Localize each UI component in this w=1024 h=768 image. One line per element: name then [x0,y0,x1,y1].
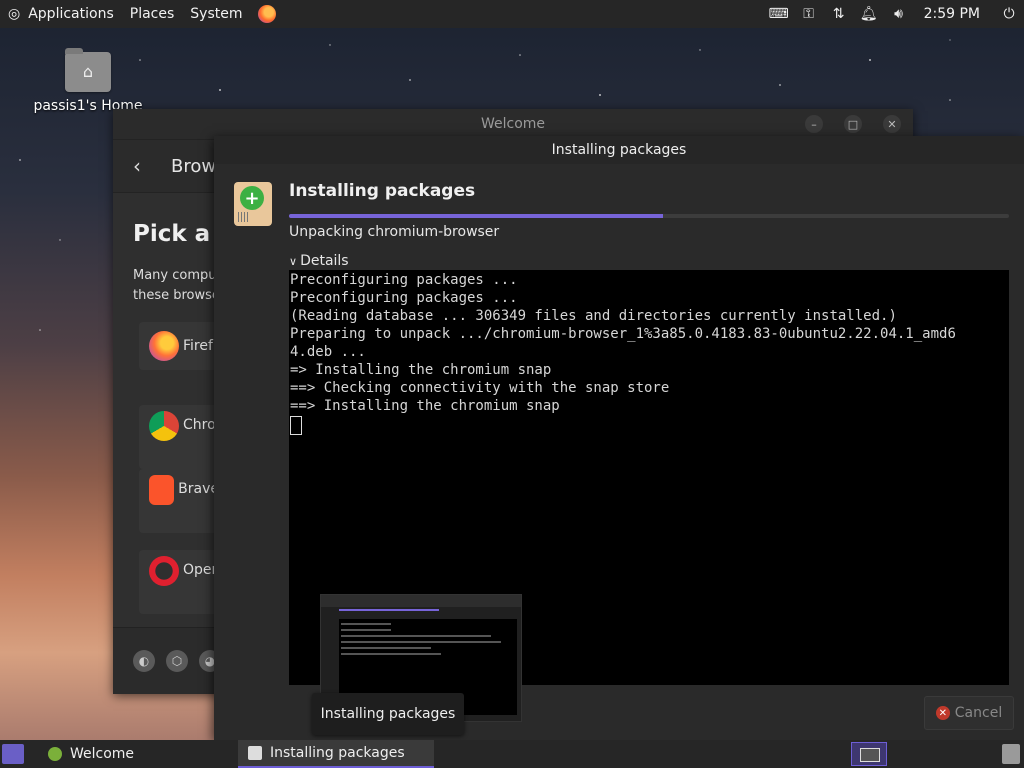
cancel-label: Cancel [954,705,1003,721]
top-panel: ◎ Applications Places System ⌨ ⚿ ⇅ 🔔︎ 🔊︎… [0,0,1024,28]
applications-menu-label: Applications [28,6,114,22]
close-button[interactable]: ✕ [883,115,901,133]
system-menu[interactable]: System [182,0,250,28]
power-icon[interactable]: ⏻ [994,0,1024,28]
thumbnail-progress [339,609,439,611]
details-label: Details [300,253,349,269]
taskbar-item-label: Welcome [70,746,135,762]
show-desktop-button[interactable] [2,744,24,764]
install-progress-bar [289,214,1009,218]
terminal-line: 4.deb ... [290,344,366,360]
maximize-button[interactable]: □ [844,115,862,133]
clock[interactable]: 2:59 PM [914,6,994,22]
workspace-switcher[interactable] [851,742,887,766]
chevron-down-icon: ∨ [289,254,298,268]
terminal-line: ==> Checking connectivity with the snap … [290,380,670,396]
browser-card-brave[interactable]: Brave [139,469,219,533]
install-title: Installing packages [551,142,687,158]
page-title: Brow [171,155,217,177]
install-titlebar[interactable]: Installing packages [214,136,1024,164]
discourse-icon[interactable]: ◐ [133,650,155,672]
browser-card-firefox[interactable]: Firef [139,322,219,370]
places-menu[interactable]: Places [122,0,183,28]
keyboard-icon[interactable]: ⌨ [764,0,794,28]
firefox-launcher[interactable] [250,0,284,28]
applications-menu[interactable]: ◎ Applications [0,0,122,28]
welcome-titlebar[interactable]: Welcome – □ ✕ [113,109,913,139]
browser-name: Oper [183,562,218,578]
opera-icon [149,556,179,586]
welcome-app-icon [48,747,62,761]
bottom-panel: Welcome Installing packages [0,740,1024,768]
back-button[interactable]: ‹ [133,154,153,178]
browser-card-chromium[interactable]: Chro [139,405,219,469]
welcome-title: Welcome [480,116,546,132]
browser-name: Brave [178,481,219,497]
terminal-line: => Installing the chromium snap [290,362,552,378]
taskbar-tooltip: Installing packages [312,693,464,735]
brave-icon [149,475,175,505]
network-icon[interactable]: ⇅ [824,0,854,28]
firefox-icon [149,331,179,361]
ubuntu-logo-icon: ◎ [8,6,21,22]
details-expander[interactable]: ∨ Details [289,253,349,269]
window-icon [248,746,262,760]
desktop-home-icon[interactable]: ⌂ passis1's Home [30,48,146,114]
key-icon[interactable]: ⚿ [794,0,824,28]
package-install-icon: + [234,182,272,226]
install-status: Unpacking chromium-browser [289,224,500,240]
home-folder-icon: ⌂ [65,48,111,92]
terminal-line: Preconfiguring packages ... [290,272,518,288]
terminal-line: (Reading database ... 306349 files and d… [290,308,897,324]
cancel-icon: ✕ [935,706,950,720]
volume-icon[interactable]: 🔊︎ [884,0,914,28]
install-heading: Installing packages [289,181,476,201]
firefox-icon [258,5,277,23]
minimize-button[interactable]: – [805,115,823,133]
install-progress-fill [289,214,664,218]
browser-card-opera[interactable]: Oper [139,550,219,614]
taskbar-item-label: Installing packages [270,745,405,761]
browser-name: Firef [183,338,213,354]
browser-name: Chro [183,417,216,433]
chrome-icon [149,411,179,441]
terminal-cursor [290,416,302,435]
taskbar-item-welcome[interactable]: Welcome [38,740,238,768]
notification-bell-icon[interactable]: 🔔︎ [854,0,884,28]
trash-icon[interactable] [1002,744,1020,764]
terminal-line: ==> Installing the chromium snap [290,398,560,414]
terminal-line: Preconfiguring packages ... [290,290,518,306]
taskbar-item-installing-packages[interactable]: Installing packages [238,740,434,768]
cancel-button[interactable]: ✕ Cancel [924,696,1014,730]
ubuntu-community-icon[interactable]: ⬡ [166,650,188,672]
thumbnail-titlebar [321,595,521,607]
terminal-line: Preparing to unpack .../chromium-browser… [290,326,956,342]
